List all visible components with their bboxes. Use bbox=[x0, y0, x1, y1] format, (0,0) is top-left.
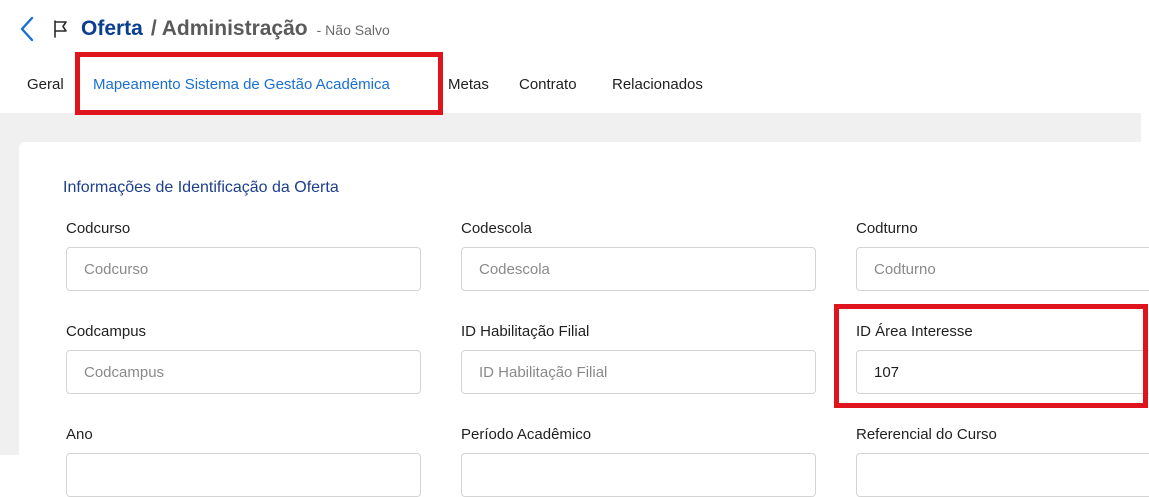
tab-bar: Geral Mapeamento Sistema de Gestão Acadê… bbox=[0, 72, 900, 98]
field-label-codcurso: Codcurso bbox=[66, 220, 131, 237]
field-label-id-habilitacao-filial: ID Habilitação Filial bbox=[461, 323, 590, 340]
tab-contrato[interactable]: Contrato bbox=[519, 72, 577, 98]
ano-input[interactable] bbox=[66, 453, 421, 497]
referencial-do-curso-input[interactable] bbox=[856, 453, 1149, 497]
flag-icon bbox=[54, 20, 67, 38]
page-header: Oferta / Administração - Não Salvo Geral… bbox=[0, 0, 1149, 113]
save-status: - Não Salvo bbox=[316, 22, 390, 38]
codturno-input[interactable] bbox=[856, 247, 1149, 291]
tab-relacionados[interactable]: Relacionados bbox=[612, 72, 703, 98]
page-title-sub: / Administração bbox=[150, 17, 308, 40]
field-label-periodo-academico: Período Acadêmico bbox=[461, 426, 592, 443]
field-label-codcampus: Codcampus bbox=[66, 323, 147, 340]
codcurso-input[interactable] bbox=[66, 247, 421, 291]
id-area-interesse-input[interactable] bbox=[856, 350, 1149, 394]
page-title-main: Oferta bbox=[81, 17, 143, 40]
field-label-id-area-interesse: ID Área Interesse bbox=[856, 323, 973, 340]
field-label-ano: Ano bbox=[66, 426, 93, 443]
tab-mapeamento[interactable]: Mapeamento Sistema de Gestão Acadêmica bbox=[93, 72, 390, 98]
field-label-codescola: Codescola bbox=[461, 220, 532, 237]
field-label-referencial-do-curso: Referencial do Curso bbox=[856, 426, 997, 443]
section-title: Informações de Identificação da Oferta bbox=[63, 179, 339, 196]
tab-geral[interactable]: Geral bbox=[27, 72, 64, 98]
periodo-academico-input[interactable] bbox=[461, 453, 816, 497]
id-habilitacao-filial-input[interactable] bbox=[461, 350, 816, 394]
codcampus-input[interactable] bbox=[66, 350, 421, 394]
page-title: Oferta / Administração - Não Salvo bbox=[81, 17, 390, 45]
chevron-left-icon bbox=[20, 16, 34, 42]
field-label-codturno: Codturno bbox=[856, 220, 918, 237]
codescola-input[interactable] bbox=[461, 247, 816, 291]
back-button[interactable] bbox=[14, 14, 40, 44]
tab-metas[interactable]: Metas bbox=[448, 72, 489, 98]
